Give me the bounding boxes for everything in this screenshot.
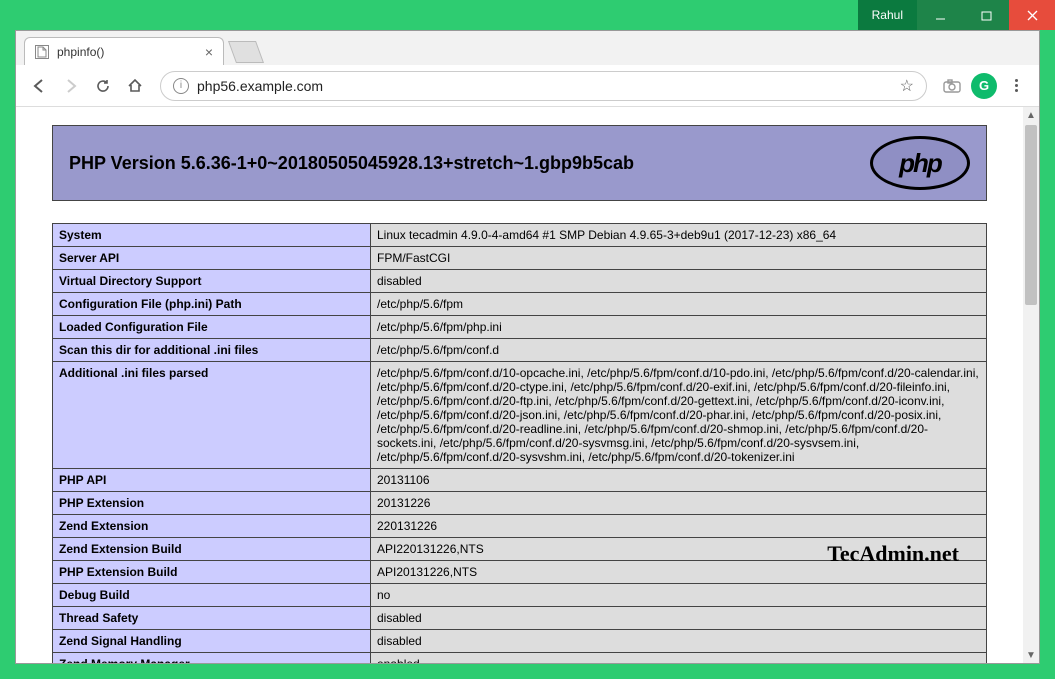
config-key: PHP API	[53, 469, 371, 492]
table-row: SystemLinux tecadmin 4.9.0-4-amd64 #1 SM…	[53, 224, 987, 247]
vertical-scrollbar[interactable]: ▲ ▼	[1023, 107, 1039, 663]
config-value: API20131226,NTS	[371, 561, 987, 584]
scrollbar-thumb[interactable]	[1025, 125, 1037, 305]
window-close-button[interactable]	[1009, 0, 1055, 30]
address-bar[interactable]: i php56.example.com ☆	[160, 71, 927, 101]
config-value: /etc/php/5.6/fpm/php.ini	[371, 316, 987, 339]
config-value: disabled	[371, 270, 987, 293]
config-key: PHP Extension Build	[53, 561, 371, 584]
table-row: Additional .ini files parsed/etc/php/5.6…	[53, 362, 987, 469]
table-row: Server APIFPM/FastCGI	[53, 247, 987, 270]
config-key: Configuration File (php.ini) Path	[53, 293, 371, 316]
bookmark-star-icon[interactable]: ☆	[900, 76, 914, 96]
reload-button[interactable]	[90, 73, 116, 99]
php-logo-text: php	[873, 139, 967, 187]
screenshot-extension-icon[interactable]	[939, 73, 965, 99]
user-badge: Rahul	[858, 0, 917, 30]
config-key: Debug Build	[53, 584, 371, 607]
php-logo: php	[870, 136, 970, 190]
table-row: PHP API20131106	[53, 469, 987, 492]
config-value: FPM/FastCGI	[371, 247, 987, 270]
config-value: enabled	[371, 653, 987, 664]
site-info-icon[interactable]: i	[173, 78, 189, 94]
browser-toolbar: i php56.example.com ☆ G	[16, 65, 1039, 107]
os-titlebar: Rahul	[0, 0, 1055, 30]
phpinfo-page: PHP Version 5.6.36-1+0~20180505045928.13…	[16, 107, 1023, 663]
url-text: php56.example.com	[197, 78, 323, 94]
table-row: Zend Memory Managerenabled	[53, 653, 987, 664]
table-row: Zend Signal Handlingdisabled	[53, 630, 987, 653]
config-value: /etc/php/5.6/fpm/conf.d	[371, 339, 987, 362]
config-value: 20131226	[371, 492, 987, 515]
back-button[interactable]	[26, 73, 52, 99]
config-value: /etc/php/5.6/fpm	[371, 293, 987, 316]
grammarly-extension-icon[interactable]: G	[971, 73, 997, 99]
new-tab-button[interactable]	[228, 41, 264, 63]
config-value: /etc/php/5.6/fpm/conf.d/10-opcache.ini, …	[371, 362, 987, 469]
scroll-down-arrow-icon[interactable]: ▼	[1023, 647, 1039, 663]
config-key: Zend Extension Build	[53, 538, 371, 561]
config-value: 220131226	[371, 515, 987, 538]
table-row: Debug Buildno	[53, 584, 987, 607]
config-key: Thread Safety	[53, 607, 371, 630]
config-key: Zend Extension	[53, 515, 371, 538]
config-key: PHP Extension	[53, 492, 371, 515]
table-row: PHP Extension BuildAPI20131226,NTS	[53, 561, 987, 584]
config-key: Scan this dir for additional .ini files	[53, 339, 371, 362]
window-maximize-button[interactable]	[963, 0, 1009, 30]
table-row: Scan this dir for additional .ini files/…	[53, 339, 987, 362]
tab-close-icon[interactable]: ×	[205, 44, 213, 60]
php-version-heading: PHP Version 5.6.36-1+0~20180505045928.13…	[69, 153, 870, 174]
tab-title: phpinfo()	[57, 45, 104, 59]
browser-menu-button[interactable]	[1003, 79, 1029, 92]
browser-tab[interactable]: phpinfo() ×	[24, 37, 224, 65]
table-row: Zend Extension220131226	[53, 515, 987, 538]
phpinfo-header: PHP Version 5.6.36-1+0~20180505045928.13…	[52, 125, 987, 201]
scroll-up-arrow-icon[interactable]: ▲	[1023, 107, 1039, 123]
config-key: Zend Memory Manager	[53, 653, 371, 664]
table-row: Thread Safetydisabled	[53, 607, 987, 630]
config-value: disabled	[371, 630, 987, 653]
page-viewport: PHP Version 5.6.36-1+0~20180505045928.13…	[16, 107, 1039, 663]
config-value: no	[371, 584, 987, 607]
table-row: Virtual Directory Supportdisabled	[53, 270, 987, 293]
tab-strip: phpinfo() ×	[16, 31, 1039, 65]
table-row: Configuration File (php.ini) Path/etc/ph…	[53, 293, 987, 316]
table-row: Zend Extension BuildAPI220131226,NTS	[53, 538, 987, 561]
phpinfo-table: SystemLinux tecadmin 4.9.0-4-amd64 #1 SM…	[52, 223, 987, 663]
config-value: disabled	[371, 607, 987, 630]
config-value: Linux tecadmin 4.9.0-4-amd64 #1 SMP Debi…	[371, 224, 987, 247]
config-value: 20131106	[371, 469, 987, 492]
config-key: Additional .ini files parsed	[53, 362, 371, 469]
config-key: Virtual Directory Support	[53, 270, 371, 293]
window-minimize-button[interactable]	[917, 0, 963, 30]
browser-window: phpinfo() × i php56.example.com ☆	[15, 30, 1040, 664]
file-icon	[35, 45, 49, 59]
config-value: API220131226,NTS	[371, 538, 987, 561]
forward-button[interactable]	[58, 73, 84, 99]
config-key: Loaded Configuration File	[53, 316, 371, 339]
home-button[interactable]	[122, 73, 148, 99]
config-key: Zend Signal Handling	[53, 630, 371, 653]
config-key: Server API	[53, 247, 371, 270]
config-key: System	[53, 224, 371, 247]
table-row: PHP Extension20131226	[53, 492, 987, 515]
table-row: Loaded Configuration File/etc/php/5.6/fp…	[53, 316, 987, 339]
